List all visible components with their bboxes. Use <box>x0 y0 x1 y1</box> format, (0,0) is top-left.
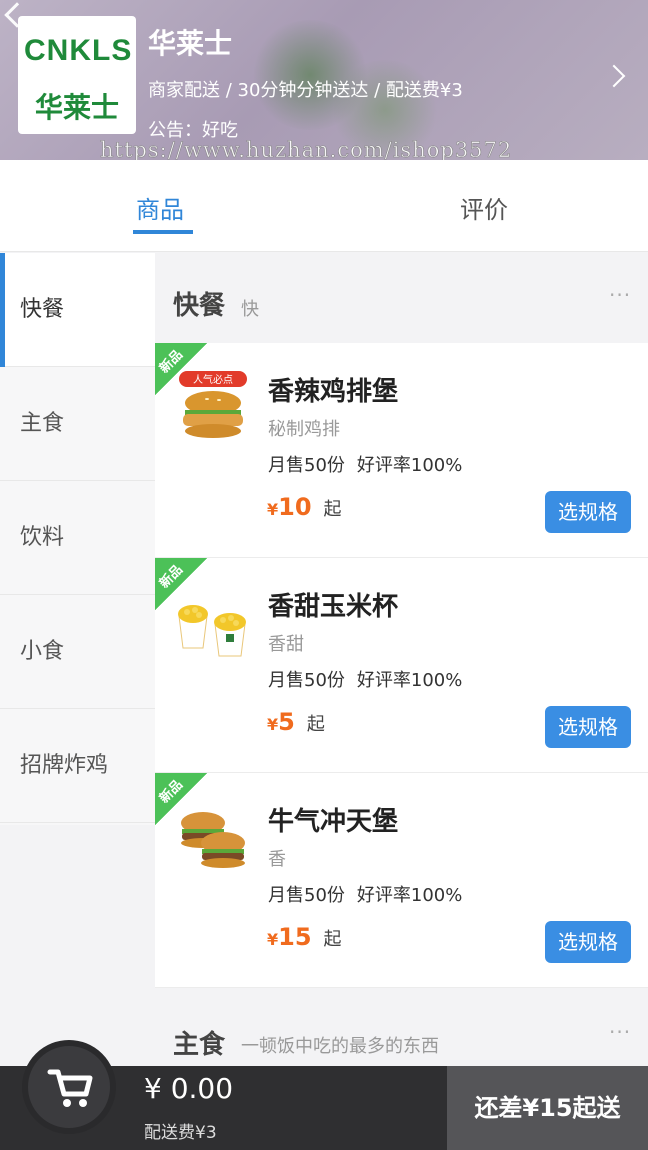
product-desc: 秘制鸡排 <box>268 419 340 440</box>
shop-delivery-info: 商家配送 / 30分钟分钟送达 / 配送费¥3 <box>148 80 463 101</box>
select-spec-button[interactable]: 选规格 <box>545 706 631 748</box>
product-sales: 月售50份 <box>268 670 345 691</box>
price-value: 15 <box>278 923 312 951</box>
product-card[interactable]: 新品 香甜玉米杯 香甜 月售50份 好评率100% ¥5 起 选规格 <box>155 558 648 773</box>
category-sidebar: 快餐 主食 饮料 小食 招牌炸鸡 <box>0 253 155 825</box>
product-rating: 好评率100% <box>356 670 463 691</box>
section-header: 快餐 快 ··· <box>155 253 648 343</box>
product-sales: 月售50份 <box>268 455 345 476</box>
double-burger-image <box>181 812 245 868</box>
section-desc: 一顿饭中吃的最多的东西 <box>241 1036 439 1057</box>
shop-logo: CNKLS 华莱士 <box>18 16 136 134</box>
sidebar-item-zhushi[interactable]: 主食 <box>0 367 155 481</box>
price-suffix: 起 <box>306 714 325 735</box>
section-header: 主食 一顿饭中吃的最多的东西 ··· <box>155 988 648 1066</box>
shop-header[interactable]: CNKLS 华莱士 华莱士 商家配送 / 30分钟分钟送达 / 配送费¥3 公告… <box>0 0 648 160</box>
delivery-fee: 配送费¥3 <box>144 1123 217 1143</box>
watermark-text: https://www.huzhan.com/ishop3572 <box>100 138 513 160</box>
cart-total: ¥ 0.00 <box>144 1072 234 1105</box>
more-icon[interactable]: ··· <box>609 283 631 307</box>
price-suffix: 起 <box>323 499 342 520</box>
active-tab-indicator <box>133 230 193 234</box>
chevron-right-icon[interactable] <box>602 64 626 88</box>
more-icon[interactable]: ··· <box>609 1020 631 1044</box>
cart-button[interactable] <box>22 1040 116 1134</box>
product-list[interactable]: 快餐 快 ··· 新品 人气必点 香辣鸡排堡 秘制鸡排 月售50份 好评率100%… <box>155 253 648 1066</box>
burger-image: 人气必点 <box>179 371 247 438</box>
product-stats: 月售50份 好评率100% <box>268 881 474 907</box>
product-rating: 好评率100% <box>356 455 463 476</box>
cart-icon <box>47 1069 93 1107</box>
section-title: 主食 <box>173 1030 226 1060</box>
product-price: ¥10 起 <box>267 493 342 521</box>
sidebar-item-kuaican[interactable]: 快餐 <box>0 253 155 367</box>
tab-bar: 商品 评价 <box>0 160 648 252</box>
product-stats: 月售50份 好评率100% <box>268 666 474 692</box>
section-desc: 快 <box>241 299 259 320</box>
product-name: 香甜玉米杯 <box>268 592 399 622</box>
product-name: 香辣鸡排堡 <box>268 377 399 407</box>
sidebar-item-xiaoshi[interactable]: 小食 <box>0 595 155 709</box>
product-name: 牛气冲天堡 <box>268 807 399 837</box>
product-price: ¥15 起 <box>267 923 342 951</box>
cart-bar: ¥ 0.00 配送费¥3 还差¥15起送 <box>0 1040 648 1150</box>
price-value: 5 <box>278 708 295 736</box>
shop-name: 华莱士 <box>148 27 233 60</box>
shop-logo-latin: CNKLS <box>24 34 133 67</box>
svg-text:人气必点: 人气必点 <box>193 373 233 386</box>
product-stats: 月售50份 好评率100% <box>268 451 474 477</box>
shop-logo-chinese: 华莱士 <box>34 91 119 124</box>
tab-review[interactable]: 评价 <box>460 190 508 225</box>
select-spec-button[interactable]: 选规格 <box>545 921 631 963</box>
corn-cup-image <box>178 605 246 657</box>
tab-goods[interactable]: 商品 <box>136 190 184 225</box>
currency-symbol: ¥ <box>267 500 279 519</box>
product-desc: 香甜 <box>268 634 304 655</box>
product-rating: 好评率100% <box>356 885 463 906</box>
product-card[interactable]: 新品 牛气冲天堡 香 月售50份 好评率100% ¥15 起 选规格 <box>155 773 648 988</box>
product-price: ¥5 起 <box>267 708 325 736</box>
select-spec-button[interactable]: 选规格 <box>545 491 631 533</box>
currency-symbol: ¥ <box>267 930 279 949</box>
sidebar-item-zhaopai-zhaji[interactable]: 招牌炸鸡 <box>0 709 155 823</box>
price-suffix: 起 <box>323 929 342 950</box>
price-value: 10 <box>278 493 312 521</box>
section-title: 快餐 <box>173 291 226 321</box>
checkout-button[interactable]: 还差¥15起送 <box>447 1066 648 1150</box>
currency-symbol: ¥ <box>267 715 279 734</box>
product-desc: 香 <box>268 849 286 870</box>
product-card[interactable]: 新品 人气必点 香辣鸡排堡 秘制鸡排 月售50份 好评率100% ¥10 起 选规格 <box>155 343 648 558</box>
sidebar-item-yinliao[interactable]: 饮料 <box>0 481 155 595</box>
product-sales: 月售50份 <box>268 885 345 906</box>
